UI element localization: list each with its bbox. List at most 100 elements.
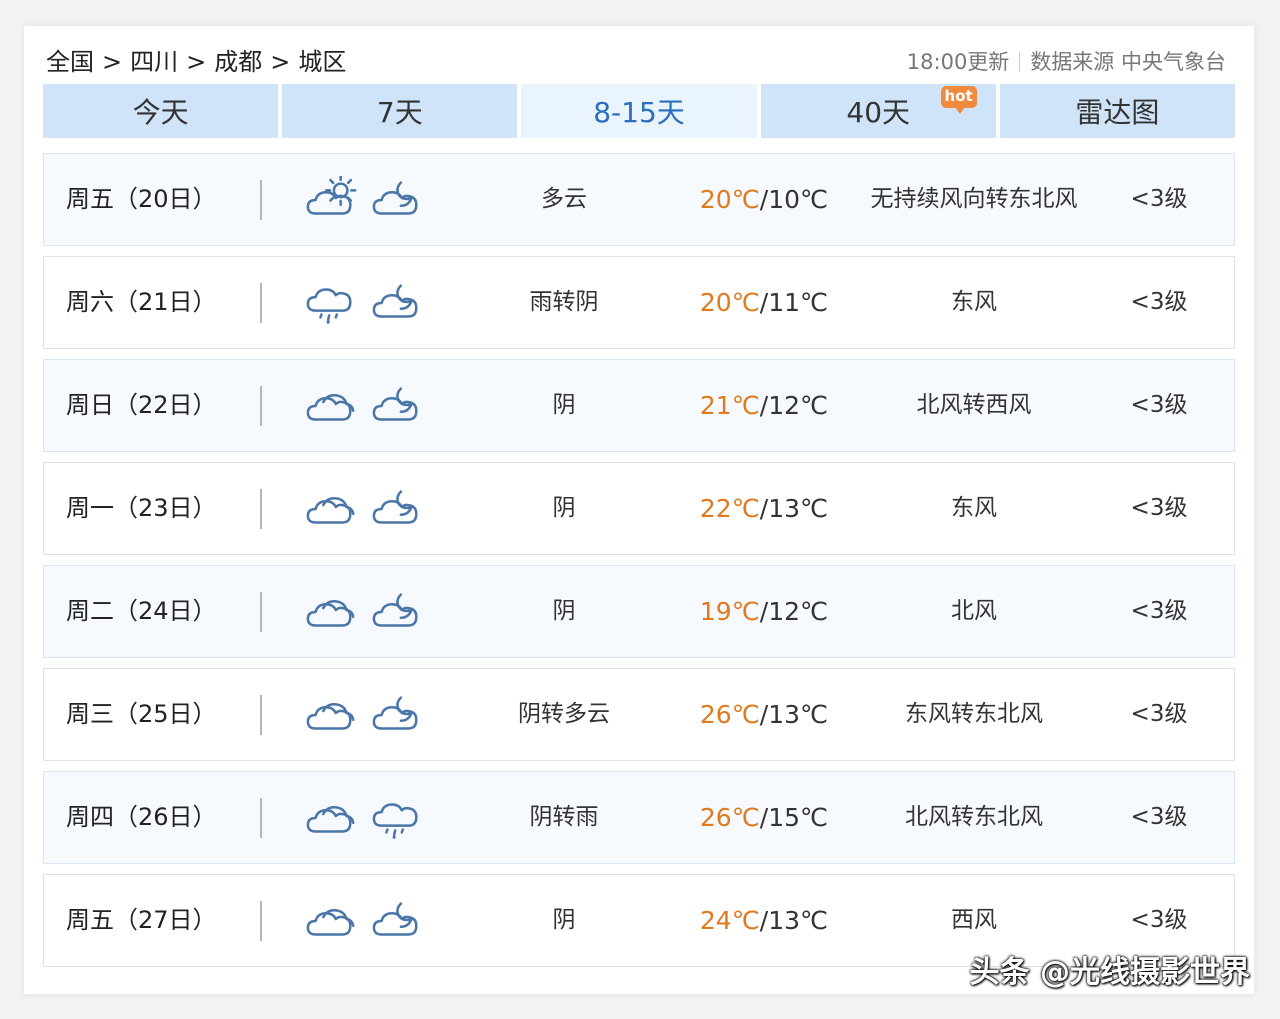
temp-separator: / <box>759 803 769 832</box>
overcast-icon <box>306 691 358 737</box>
forecast-row: 周二（24日） 阴 19℃/12℃ 北风 <3级 <box>43 565 1235 658</box>
column-divider <box>260 901 262 941</box>
hot-badge: hot <box>940 86 977 114</box>
overcast-icon <box>306 588 358 634</box>
high-temp: 22℃ <box>699 494 760 523</box>
column-divider <box>260 283 262 323</box>
wind-direction: 东风 <box>951 289 997 315</box>
column-divider <box>260 695 262 735</box>
overcast-icon <box>306 794 358 840</box>
cloudy-night-icon <box>372 382 424 428</box>
wind-level: <3级 <box>1130 186 1188 212</box>
weather-description: 阴 <box>552 392 576 418</box>
weather-description: 阴转雨 <box>529 804 599 830</box>
weather-description: 雨转阴 <box>529 289 599 315</box>
cloudy-night-icon <box>372 279 424 325</box>
temp-separator: / <box>759 597 769 626</box>
temperature-range: 20℃/11℃ <box>684 257 844 348</box>
weather-icons <box>306 176 424 222</box>
wind-level: <3级 <box>1130 701 1188 727</box>
forecast-row: 周日（22日） 阴 21℃/12℃ 北风转西风 <3级 <box>43 359 1235 452</box>
tab-8-15-days[interactable]: 8-15天 <box>521 84 757 138</box>
temp-separator: / <box>759 700 769 729</box>
weather-icons <box>306 897 424 943</box>
wind-direction: 北风转西风 <box>916 392 1032 418</box>
overcast-icon <box>306 897 358 943</box>
weather-icons <box>306 485 424 531</box>
wind-level: <3级 <box>1130 598 1188 624</box>
breadcrumb-province[interactable]: 四川 <box>130 48 178 76</box>
low-temp: 13℃ <box>768 700 829 729</box>
day-label: 周六（21日） <box>66 288 217 316</box>
tab-40-days[interactable]: 40天 hot <box>760 84 996 138</box>
forecast-tabs: 今天 7天 8-15天 40天 hot 雷达图 <box>43 84 1236 138</box>
weather-description: 多云 <box>541 186 587 212</box>
low-temp: 11℃ <box>768 288 829 317</box>
temp-separator: / <box>759 494 769 523</box>
day-label: 周五（27日） <box>66 906 217 934</box>
weather-description: 阴 <box>552 907 576 933</box>
forecast-row: 周一（23日） 阴 22℃/13℃ 东风 <3级 <box>43 462 1235 555</box>
wind-level: <3级 <box>1130 495 1188 521</box>
temperature-range: 26℃/13℃ <box>684 669 844 760</box>
top-bar: 全国 > 四川 > 成都 > 城区 18:00更新 数据来源 中央气象台 <box>44 44 1234 80</box>
column-divider <box>260 798 262 838</box>
weather-icons <box>306 279 424 325</box>
day-label: 周四（26日） <box>66 803 217 831</box>
breadcrumb-country[interactable]: 全国 <box>46 48 94 76</box>
high-temp: 20℃ <box>699 288 760 317</box>
weather-description: 阴转多云 <box>518 701 610 727</box>
wind-level: <3级 <box>1130 804 1188 830</box>
data-source-info: 18:00更新 数据来源 中央气象台 <box>907 44 1226 80</box>
temp-separator: / <box>759 391 769 420</box>
rain-cloud-icon <box>372 794 424 840</box>
column-divider <box>260 180 262 220</box>
forecast-list: 周五（20日） 多云 20℃/10℃ 无持续风向转东北风 <3级 周六（21日）… <box>43 153 1235 977</box>
wind-direction: 无持续风向转东北风 <box>870 186 1078 212</box>
high-temp: 26℃ <box>699 700 760 729</box>
forecast-row: 周四（26日） 阴转雨 26℃/15℃ 北风转东北风 <3级 <box>43 771 1235 864</box>
breadcrumb-separator: > <box>270 48 291 76</box>
tab-today[interactable]: 今天 <box>43 84 279 138</box>
breadcrumb-separator: > <box>102 48 123 76</box>
cloudy-night-icon <box>372 485 424 531</box>
forecast-row: 周六（21日） 雨转阴 20℃/11℃ 东风 <3级 <box>43 256 1235 349</box>
update-time: 18:00更新 <box>906 50 1010 74</box>
temp-separator: / <box>759 288 769 317</box>
weather-description: 阴 <box>552 598 576 624</box>
low-temp: 12℃ <box>768 597 829 626</box>
forecast-row: 周五（20日） 多云 20℃/10℃ 无持续风向转东北风 <3级 <box>43 153 1235 246</box>
divider <box>1019 52 1021 72</box>
rain-cloud-icon <box>306 279 358 325</box>
low-temp: 12℃ <box>768 391 829 420</box>
temperature-range: 24℃/13℃ <box>684 875 844 966</box>
high-temp: 21℃ <box>699 391 760 420</box>
cloudy-night-icon <box>372 176 424 222</box>
wind-direction: 东风转东北风 <box>905 701 1043 727</box>
breadcrumb-district: 城区 <box>298 48 347 76</box>
forecast-row: 周三（25日） 阴转多云 26℃/13℃ 东风转东北风 <3级 <box>43 668 1235 761</box>
day-label: 周三（25日） <box>66 700 217 728</box>
source-label: 数据来源 中央气象台 <box>1030 50 1226 74</box>
watermark: 头条 @光线摄影世界 <box>969 955 1250 990</box>
weather-card: 全国 > 四川 > 成都 > 城区 18:00更新 数据来源 中央气象台 今天 7天 8-15… <box>24 26 1254 994</box>
day-label: 周五（20日） <box>66 185 217 213</box>
wind-direction: 北风转东北风 <box>905 804 1043 830</box>
breadcrumb-city[interactable]: 成都 <box>214 48 262 76</box>
wind-level: <3级 <box>1130 289 1188 315</box>
temp-separator: / <box>759 185 769 214</box>
day-label: 周日（22日） <box>66 391 217 419</box>
tab-radar[interactable]: 雷达图 <box>999 84 1236 138</box>
temperature-range: 20℃/10℃ <box>684 154 844 245</box>
wind-direction: 北风 <box>951 598 997 624</box>
tab-7-days[interactable]: 7天 <box>282 84 518 138</box>
low-temp: 13℃ <box>768 906 829 935</box>
temperature-range: 21℃/12℃ <box>684 360 844 451</box>
high-temp: 19℃ <box>699 597 760 626</box>
wind-direction: 东风 <box>951 495 997 521</box>
wind-level: <3级 <box>1130 392 1188 418</box>
column-divider <box>260 386 262 426</box>
day-label: 周二（24日） <box>66 597 217 625</box>
breadcrumb-separator: > <box>186 48 207 76</box>
cloudy-night-icon <box>372 588 424 634</box>
